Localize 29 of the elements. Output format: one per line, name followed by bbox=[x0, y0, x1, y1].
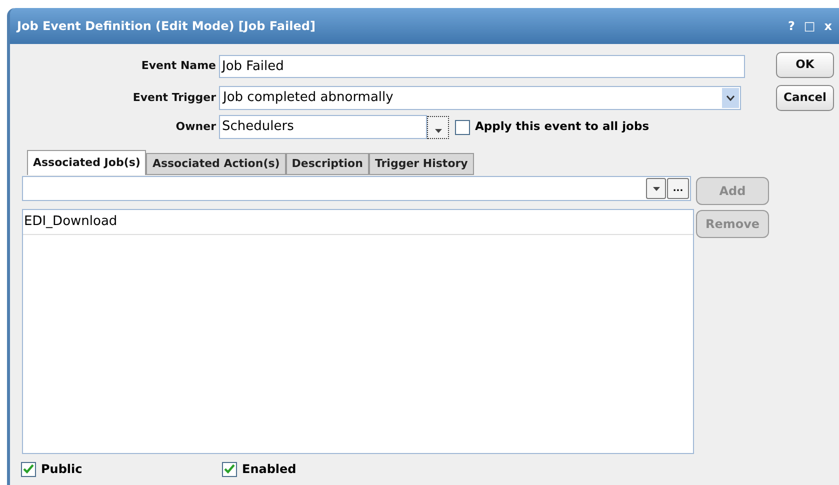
checkbox-label: Public bbox=[41, 461, 82, 478]
maximize-button[interactable]: □ bbox=[804, 17, 816, 35]
dialog-button[interactable]: OK bbox=[776, 52, 834, 78]
checkbox[interactable] bbox=[222, 462, 237, 476]
chevron-down-icon bbox=[722, 88, 739, 108]
checkbox-label: Enabled bbox=[242, 461, 296, 478]
checkbox[interactable] bbox=[21, 462, 36, 476]
window-title: Job Event Definition (Edit Mode) [Job Failed] bbox=[17, 18, 316, 35]
tab[interactable]: Associated Action(s) bbox=[146, 153, 286, 175]
tab[interactable]: Associated Job(s) bbox=[27, 150, 146, 175]
checkbox-label: Apply this event to all jobs bbox=[475, 118, 650, 136]
list-item[interactable]: EDI_Download bbox=[23, 210, 693, 235]
field-label: Owner bbox=[174, 118, 217, 135]
tab[interactable]: Trigger History bbox=[368, 153, 474, 175]
checkbox[interactable] bbox=[455, 120, 470, 134]
field-label: Event Trigger bbox=[132, 90, 217, 106]
dropdown-button[interactable] bbox=[427, 116, 449, 138]
text-field[interactable]: Job Failed bbox=[219, 55, 745, 78]
dropdown[interactable]: Job completed abnormally bbox=[219, 86, 741, 110]
tab[interactable]: Description bbox=[286, 153, 369, 175]
dropdown[interactable]: Schedulers bbox=[219, 115, 427, 139]
combo-field[interactable]: ... bbox=[22, 176, 691, 201]
close-button[interactable]: x bbox=[824, 17, 832, 35]
dropdown-button[interactable] bbox=[646, 178, 666, 199]
caret-icon bbox=[434, 128, 442, 132]
dialog-button[interactable]: Cancel bbox=[776, 85, 834, 111]
field-label: Event Name bbox=[140, 58, 217, 74]
browse-button[interactable]: ... bbox=[667, 178, 689, 199]
caret-icon bbox=[652, 186, 660, 190]
